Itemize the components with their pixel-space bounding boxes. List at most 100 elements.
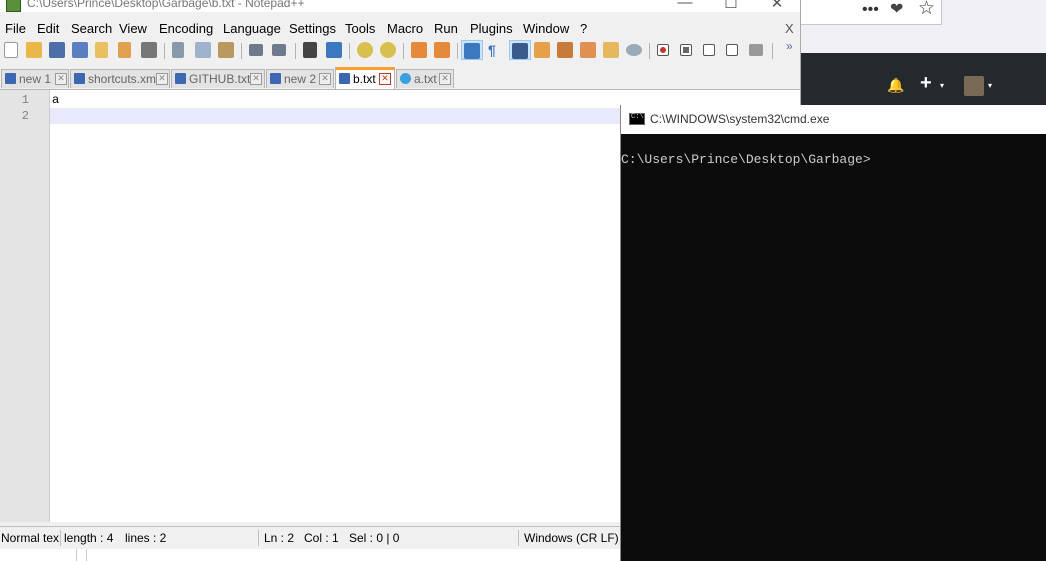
save-icon: [339, 73, 350, 84]
word-wrap-icon: [464, 43, 480, 59]
open-file-icon[interactable]: [26, 42, 42, 58]
minimize-button[interactable]: —: [662, 0, 708, 11]
maximize-button[interactable]: ☐: [708, 0, 754, 12]
paste-icon[interactable]: [218, 42, 234, 58]
function-list-icon[interactable]: [580, 42, 596, 58]
close-all-icon[interactable]: [118, 42, 131, 58]
status-bar: Normal tex length : 4 lines : 2 Ln : 2 C…: [0, 526, 620, 549]
divider: [76, 548, 77, 561]
tab-github-txt[interactable]: GITHUB.txt ✕: [171, 69, 265, 88]
tab-new-2[interactable]: new 2 ✕: [266, 69, 334, 88]
editor-line[interactable]: a: [52, 93, 59, 107]
user-defined-language-icon[interactable]: [534, 42, 550, 58]
toolbar-separator: [403, 43, 404, 59]
sync-horizontal-icon[interactable]: [434, 42, 450, 58]
close-icon[interactable]: ✕: [250, 73, 262, 85]
monitor-eye-icon: [400, 73, 411, 84]
menu-encoding[interactable]: Encoding: [159, 21, 213, 36]
save-icon[interactable]: [49, 42, 65, 58]
star-icon[interactable]: ☆: [918, 0, 935, 19]
tab-new-1[interactable]: new 1 ✕: [1, 69, 69, 88]
more-icon[interactable]: •••: [862, 0, 879, 20]
title-bar: C:\Users\Prince\Desktop\Garbage\b.txt - …: [0, 0, 800, 12]
menu-plugins[interactable]: Plugins: [470, 21, 513, 36]
window-title: C:\Users\Prince\Desktop\Garbage\b.txt - …: [27, 0, 305, 10]
toolbar-overflow-icon[interactable]: »: [786, 39, 793, 53]
menu-view[interactable]: View: [119, 21, 147, 36]
toolbar: ¶ »: [0, 39, 800, 62]
menu-macro[interactable]: Macro: [387, 21, 423, 36]
tab-a-txt[interactable]: a.txt ✕: [396, 69, 454, 88]
tab-label: shortcuts.xml: [88, 72, 159, 86]
menu-settings[interactable]: Settings: [289, 21, 336, 36]
redo-icon[interactable]: [272, 44, 286, 56]
menu-search[interactable]: Search: [71, 21, 112, 36]
bell-icon[interactable]: 🔔: [887, 75, 904, 95]
save-icon: [5, 73, 16, 84]
replace-icon[interactable]: [326, 42, 342, 58]
indent-guide-icon: [512, 43, 528, 59]
menu-file[interactable]: File: [5, 21, 26, 36]
close-icon[interactable]: ✕: [379, 73, 391, 85]
chevron-down-icon[interactable]: ▾: [940, 81, 944, 90]
close-button[interactable]: ✕: [754, 0, 800, 12]
menu-language[interactable]: Language: [223, 21, 281, 36]
plus-icon[interactable]: +: [920, 73, 932, 93]
document-map-icon[interactable]: [557, 42, 573, 58]
status-selection: Sel : 0 | 0: [349, 531, 400, 545]
toolbar-separator: [457, 43, 458, 59]
stop-recording-icon[interactable]: [680, 44, 692, 56]
save-all-icon[interactable]: [72, 42, 88, 58]
command-prompt-window[interactable]: C:\WINDOWS\system32\cmd.exe C:\Users\Pri…: [620, 105, 1046, 561]
folder-workspace-icon[interactable]: [603, 42, 619, 58]
print-icon[interactable]: [141, 42, 157, 58]
close-document-button[interactable]: X: [785, 21, 794, 36]
undo-icon[interactable]: [249, 44, 263, 56]
menu-window[interactable]: Window: [523, 21, 569, 36]
show-all-characters-icon[interactable]: ¶: [488, 42, 500, 58]
menu-edit[interactable]: Edit: [37, 21, 59, 36]
close-icon[interactable]: ✕: [55, 73, 67, 85]
close-icon[interactable]: ✕: [156, 73, 168, 85]
chevron-down-icon[interactable]: ▾: [988, 81, 992, 90]
cut-icon[interactable]: [172, 42, 184, 58]
tab-label: b.txt: [353, 72, 376, 86]
save-icon: [270, 73, 281, 84]
tab-shortcuts-xml[interactable]: shortcuts.xml ✕: [70, 69, 170, 88]
menu-run[interactable]: Run: [434, 21, 458, 36]
status-length: length : 4: [64, 531, 114, 545]
tab-b-txt[interactable]: b.txt ✕: [335, 67, 395, 89]
zoom-in-icon[interactable]: [357, 42, 373, 58]
close-icon[interactable]: ✕: [439, 73, 451, 85]
menu-help[interactable]: ?: [580, 21, 587, 36]
status-line: Ln : 2: [264, 531, 295, 545]
run-macro-multiple-icon[interactable]: [726, 44, 738, 56]
cmd-title-bar[interactable]: C:\WINDOWS\system32\cmd.exe: [621, 105, 1046, 134]
notepad-app-icon: [6, 0, 21, 12]
pocket-icon[interactable]: ❤: [890, 0, 903, 20]
copy-icon[interactable]: [195, 42, 211, 58]
toolbar-separator: [772, 43, 773, 59]
avatar[interactable]: [964, 76, 984, 96]
zoom-out-icon[interactable]: [380, 42, 396, 58]
line-number: 1: [21, 93, 29, 107]
toolbar-separator: [241, 43, 242, 59]
menu-tools[interactable]: Tools: [345, 21, 375, 36]
status-separator: [60, 530, 61, 546]
save-icon: [74, 73, 85, 84]
close-icon[interactable]: ✕: [319, 73, 331, 85]
record-macro-icon[interactable]: [657, 44, 669, 56]
find-icon[interactable]: [303, 42, 317, 58]
line-number: 2: [21, 109, 29, 123]
status-separator: [518, 530, 519, 546]
playback-icon[interactable]: [703, 44, 715, 56]
close-file-icon[interactable]: [95, 42, 108, 58]
menu-bar: File Edit Search View Encoding Language …: [0, 19, 800, 39]
monitoring-eye-icon[interactable]: [626, 44, 642, 56]
new-file-icon[interactable]: [4, 42, 18, 58]
save-macro-icon[interactable]: [749, 44, 763, 56]
cmd-window-title: C:\WINDOWS\system32\cmd.exe: [650, 112, 830, 126]
cmd-prompt-line[interactable]: C:\Users\Prince\Desktop\Garbage>: [621, 152, 871, 167]
sync-vertical-icon[interactable]: [411, 42, 427, 58]
save-icon: [175, 73, 186, 84]
